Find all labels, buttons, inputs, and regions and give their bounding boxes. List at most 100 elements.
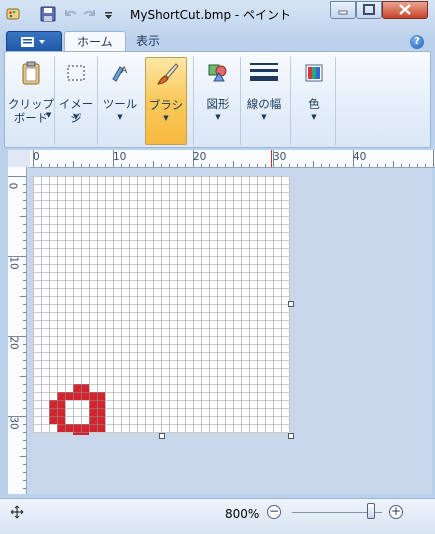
horizontal-ruler-ticks: [33, 150, 434, 167]
ruler-label: 20: [193, 151, 207, 163]
zoom-out-button[interactable]: −: [267, 505, 281, 519]
chevron-down-icon: ▼: [261, 113, 267, 121]
vertical-ruler: 0 10 20 30: [6, 167, 27, 494]
painted-pixel: [57, 416, 65, 424]
shapes-label: 図形: [206, 97, 230, 111]
brushes-button[interactable]: ブラシ ▼: [145, 57, 187, 145]
painted-pixel: [97, 416, 105, 424]
ribbon-separator: [240, 57, 241, 145]
help-icon[interactable]: ?: [410, 35, 424, 49]
tab-view[interactable]: 表示: [124, 31, 172, 52]
title-bar: MyShortCut.bmp - ペイント: [0, 0, 435, 28]
painted-pixel: [49, 408, 57, 416]
painted-pixel: [81, 424, 89, 432]
ruler-label: 40: [353, 151, 367, 163]
ruler-label: 10: [113, 151, 127, 163]
chevron-down-icon: ▼: [163, 114, 169, 122]
size-button[interactable]: 線の幅 ▼: [242, 57, 286, 145]
painted-pixel: [81, 384, 89, 392]
painted-pixel: [57, 408, 65, 416]
chevron-down-icon: ▼: [215, 113, 221, 121]
paint-menu-button[interactable]: [6, 31, 62, 52]
maximize-icon: [363, 4, 375, 15]
ruler-label: 10: [7, 256, 20, 270]
cursor-position-icon: [10, 505, 24, 519]
line-width-icon: [250, 63, 278, 81]
painted-pixel: [65, 392, 73, 400]
painted-pixel: [49, 400, 57, 408]
zoom-slider-thumb[interactable]: [367, 503, 375, 519]
resize-handle-right[interactable]: [288, 301, 294, 307]
painted-pixel: [57, 392, 65, 400]
painted-pixel: [65, 424, 73, 432]
colors-button[interactable]: 色 ▼: [294, 57, 334, 145]
shapes-button[interactable]: 図形 ▼: [198, 57, 238, 145]
painted-pixel: [89, 392, 97, 400]
painted-pixel: [73, 384, 81, 392]
customize-qat-icon[interactable]: [104, 6, 114, 22]
select-icon: [67, 65, 85, 81]
painted-pixel: [57, 424, 65, 432]
chevron-down-icon: ▼: [73, 113, 79, 121]
painted-pixel: [89, 416, 97, 424]
clipboard-label-line1: クリップ: [8, 97, 54, 111]
ruler-label: 0: [6, 182, 19, 190]
tab-home[interactable]: ホーム: [64, 31, 126, 52]
ribbon-separator: [335, 57, 336, 145]
ribbon-separator: [97, 57, 98, 145]
painted-pixel: [97, 408, 105, 416]
zoom-in-button[interactable]: +: [389, 505, 403, 519]
painted-pixel: [89, 408, 97, 416]
ribbon-separator: [54, 57, 55, 145]
menu-icon: [21, 37, 45, 47]
brushes-label: ブラシ: [148, 98, 184, 112]
painted-pixel: [57, 400, 65, 408]
zoom-level: 800%: [225, 507, 260, 521]
painted-pixel: [81, 392, 89, 400]
ruler-label: 30: [7, 416, 20, 430]
ribbon-separator: [290, 57, 291, 145]
ruler-label: 0: [33, 151, 40, 163]
size-label: 線の幅: [246, 97, 282, 111]
chevron-down-icon: ▼: [46, 111, 52, 119]
ribbon-separator: [193, 57, 194, 145]
image-button[interactable]: イメージ ▼: [56, 57, 96, 145]
painted-pixel: [49, 416, 57, 424]
vertical-ruler-ticks: [8, 176, 26, 489]
drawing-canvas[interactable]: [33, 176, 290, 435]
painted-pixel: [97, 424, 105, 432]
clipboard-icon: [22, 61, 40, 85]
painted-pixel: [89, 400, 97, 408]
save-icon[interactable]: [40, 6, 56, 22]
painted-pixel: [97, 400, 105, 408]
close-icon: [399, 4, 411, 15]
painted-pixel: [73, 392, 81, 400]
painted-pixel: [73, 424, 81, 432]
brush-icon: [157, 63, 179, 85]
tools-icon: A: [112, 66, 128, 82]
resize-handle-bottom[interactable]: [159, 433, 165, 439]
paint-window: MyShortCut.bmp - ペイント ホーム 表示 ? クリップ ボード …: [0, 0, 435, 534]
tools-label: ツール: [102, 97, 138, 111]
undo-icon[interactable]: [62, 6, 78, 22]
ruler-label: 30: [273, 151, 287, 163]
painted-pixel: [89, 424, 97, 432]
window-title: MyShortCut.bmp - ペイント: [130, 8, 292, 22]
chevron-down-icon: ▼: [311, 113, 317, 121]
tools-button[interactable]: A ツール ▼: [100, 57, 140, 145]
paint-app-icon[interactable]: [6, 6, 22, 22]
resize-handle-corner[interactable]: [288, 433, 294, 439]
horizontal-ruler: 0 10 20 30 40: [30, 150, 435, 168]
colors-icon: [305, 64, 323, 82]
minimize-icon: [338, 10, 348, 15]
chevron-down-icon: ▼: [117, 113, 123, 121]
svg-text:A: A: [121, 66, 128, 76]
ruler-label: 20: [7, 336, 20, 350]
clipboard-button[interactable]: クリップ ボード ▼: [8, 57, 54, 145]
minimize-button[interactable]: [330, 1, 356, 19]
painted-pixel: [97, 392, 105, 400]
redo-icon[interactable]: [82, 6, 98, 22]
close-button[interactable]: [382, 1, 428, 19]
maximize-button[interactable]: [356, 1, 382, 19]
ruler-corner: [8, 150, 30, 167]
